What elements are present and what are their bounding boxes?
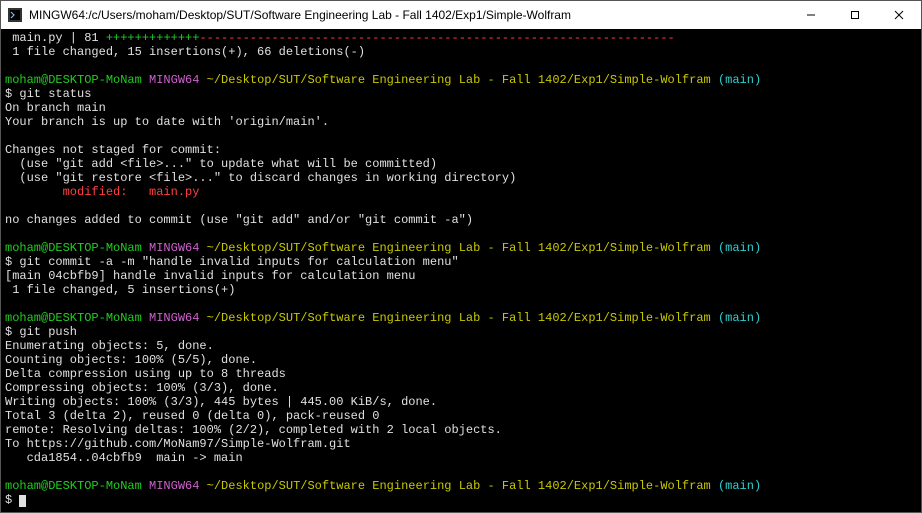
titlebar[interactable]: MINGW64:/c/Users/moham/Desktop/SUT/Softw… [1,1,921,29]
window-controls [789,1,921,29]
push-to: To https://github.com/MoNam97/Simple-Wol… [5,437,351,451]
push-remote: remote: Resolving deltas: 100% (2/2), co… [5,423,502,437]
status-hint-add: (use "git add <file>..." to update what … [5,157,437,171]
prompt-shell: MINGW64 [149,311,199,325]
cmd-git-push: $ git push [5,325,77,339]
diffstat-plus: +++++++++++++ [106,31,200,45]
prompt-shell: MINGW64 [149,479,199,493]
prompt-path: ~/Desktop/SUT/Software Engineering Lab -… [207,73,711,87]
commit-result: [main 04cbfb9] handle invalid inputs for… [5,269,415,283]
status-hint-restore: (use "git restore <file>..." to discard … [5,171,516,185]
prompt-user: moham@DESKTOP-MoNam [5,73,142,87]
push-count: Counting objects: 100% (5/5), done. [5,353,257,367]
prompt-path: ~/Desktop/SUT/Software Engineering Lab -… [207,241,711,255]
prompt-branch: (main) [718,73,761,87]
prompt-branch: (main) [718,479,761,493]
prompt-shell: MINGW64 [149,73,199,87]
close-button[interactable] [877,1,921,29]
push-total: Total 3 (delta 2), reused 0 (delta 0), p… [5,409,379,423]
maximize-button[interactable] [833,1,877,29]
app-window: MINGW64:/c/Users/moham/Desktop/SUT/Softw… [0,0,922,513]
prompt-path: ~/Desktop/SUT/Software Engineering Lab -… [207,479,711,493]
push-compress: Compressing objects: 100% (3/3), done. [5,381,279,395]
status-modified-indent [5,185,63,199]
push-enum: Enumerating objects: 5, done. [5,339,214,353]
final-prompt: $ [5,493,19,507]
window-title: MINGW64:/c/Users/moham/Desktop/SUT/Softw… [29,8,789,22]
push-write: Writing objects: 100% (3/3), 445 bytes |… [5,395,437,409]
cmd-git-status: $ git status [5,87,91,101]
diffstat-minus: ----------------------------------------… [199,31,674,45]
status-modified: modified: main.py [63,185,200,199]
status-not-staged: Changes not staged for commit: [5,143,221,157]
push-ref: cda1854..04cbfb9 main -> main [5,451,243,465]
minimize-button[interactable] [789,1,833,29]
prompt-shell: MINGW64 [149,241,199,255]
prompt-branch: (main) [718,241,761,255]
prompt-user: moham@DESKTOP-MoNam [5,311,142,325]
prompt-path: ~/Desktop/SUT/Software Engineering Lab -… [207,311,711,325]
app-icon [7,7,23,23]
cursor [19,495,26,507]
commit-stat: 1 file changed, 5 insertions(+) [5,283,235,297]
status-branch: On branch main [5,101,106,115]
cmd-git-commit: $ git commit -a -m "handle invalid input… [5,255,459,269]
prompt-branch: (main) [718,311,761,325]
terminal-body[interactable]: main.py | 81 +++++++++++++--------------… [1,29,921,512]
prompt-user: moham@DESKTOP-MoNam [5,241,142,255]
status-no-changes: no changes added to commit (use "git add… [5,213,473,227]
diffstat-line: main.py | 81 [5,31,106,45]
status-uptodate: Your branch is up to date with 'origin/m… [5,115,329,129]
prompt-user: moham@DESKTOP-MoNam [5,479,142,493]
diffstat-summary: 1 file changed, 15 insertions(+), 66 del… [5,45,365,59]
push-delta: Delta compression using up to 8 threads [5,367,286,381]
